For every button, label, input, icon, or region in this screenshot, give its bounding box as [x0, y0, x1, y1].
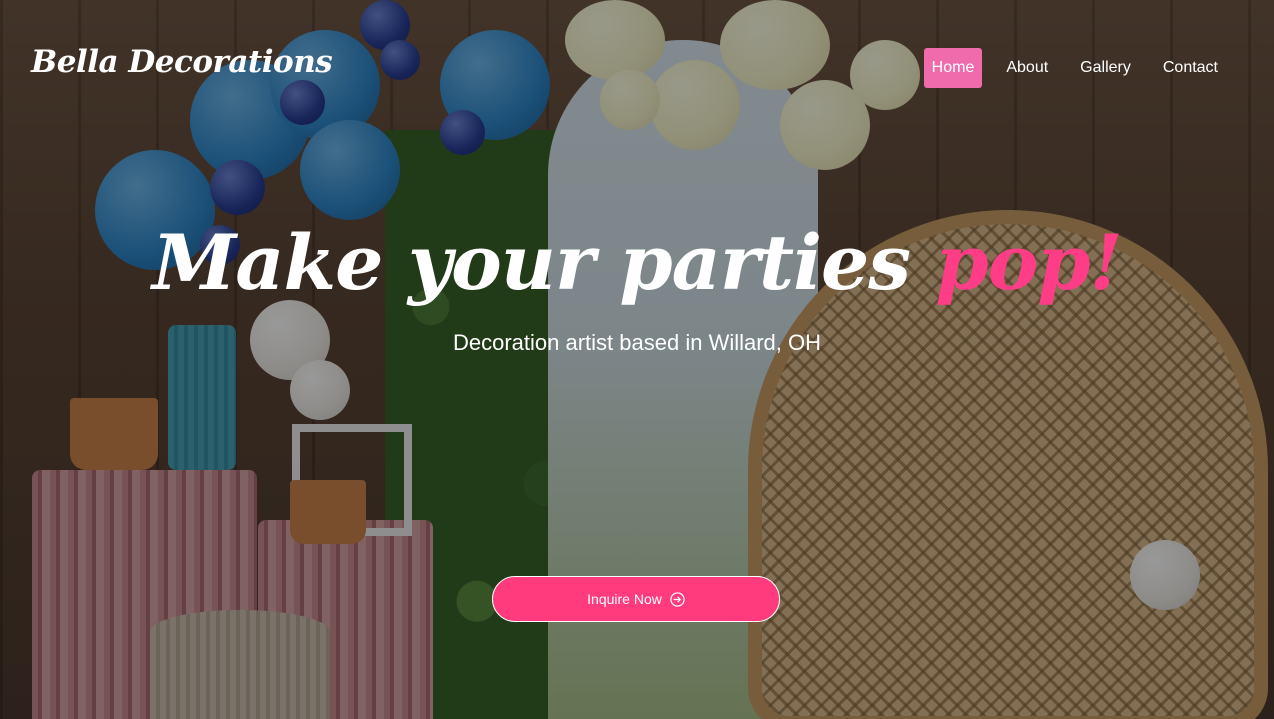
nav-item-about[interactable]: About — [998, 48, 1056, 88]
headline-accent-text: pop! — [935, 218, 1123, 307]
headline-main-text: Make your parties — [152, 218, 936, 307]
nav-item-contact[interactable]: Contact — [1155, 48, 1226, 88]
main-nav: Home About Gallery Contact — [908, 48, 1226, 88]
hero-section: Bella Decorations Home About Gallery Con… — [0, 0, 1274, 719]
nav-item-gallery[interactable]: Gallery — [1072, 48, 1139, 88]
arrow-right-circle-icon — [670, 591, 685, 607]
hero-subtitle: Decoration artist based in Willard, OH — [452, 330, 822, 355]
nav-item-home[interactable]: Home — [923, 48, 983, 88]
hero-headline: Make your parties pop! — [0, 208, 1274, 318]
brand-logo[interactable]: Bella Decorations — [31, 44, 333, 80]
inquire-now-button[interactable]: Inquire Now — [492, 576, 780, 622]
cta-label: Inquire Now — [587, 591, 662, 607]
